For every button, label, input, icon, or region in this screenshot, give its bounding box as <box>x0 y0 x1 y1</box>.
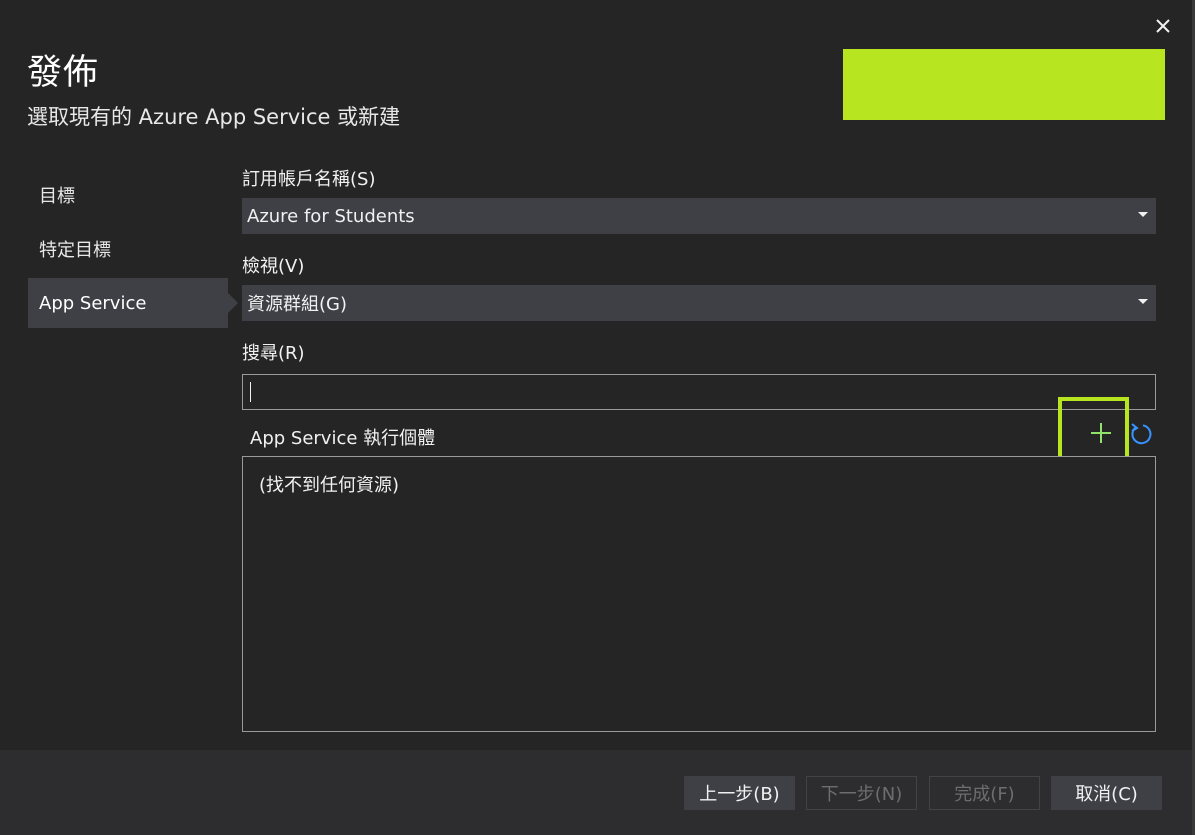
instances-list[interactable]: (找不到任何資源) <box>242 456 1156 732</box>
instances-header: App Service 執行個體 <box>250 428 436 449</box>
view-value: 資源群組(G) <box>247 294 347 315</box>
nav-item-specific-target[interactable]: 特定目標 <box>28 224 228 274</box>
close-button[interactable] <box>1149 12 1177 40</box>
nav-item-label: 目標 <box>39 186 75 207</box>
publish-form: 訂用帳戶名稱(S) Azure for Students 檢視(V) 資源群組(… <box>242 166 1156 410</box>
text-caret <box>250 382 251 402</box>
nav-item-label: App Service <box>39 292 147 314</box>
add-instance-button[interactable] <box>1087 419 1115 447</box>
publish-dialog: 發佈 選取現有的 Azure App Service 或新建 目標 特定目標 A… <box>0 0 1195 835</box>
refresh-icon <box>1131 423 1152 445</box>
wizard-nav: 目標 特定目標 App Service <box>28 170 238 332</box>
chevron-down-icon <box>1138 212 1148 217</box>
next-button[interactable]: 下一步(N) <box>806 776 917 810</box>
plus-icon <box>1091 423 1111 443</box>
search-input[interactable] <box>242 374 1156 410</box>
refresh-button[interactable] <box>1127 420 1155 448</box>
view-dropdown[interactable]: 資源群組(G) <box>242 285 1156 321</box>
dialog-footer: 上一步(B) 下一步(N) 完成(F) 取消(C) <box>0 750 1192 835</box>
finish-button[interactable]: 完成(F) <box>929 776 1040 810</box>
subscription-value: Azure for Students <box>247 205 415 227</box>
chevron-down-icon <box>1138 299 1148 304</box>
empty-message: (找不到任何資源) <box>259 475 400 496</box>
search-label: 搜尋(R) <box>242 343 305 364</box>
highlight-block <box>843 49 1165 120</box>
nav-item-target[interactable]: 目標 <box>28 170 228 220</box>
nav-item-label: 特定目標 <box>39 240 111 261</box>
subscription-dropdown[interactable]: Azure for Students <box>242 198 1156 234</box>
nav-item-app-service[interactable]: App Service <box>28 278 238 328</box>
cancel-button[interactable]: 取消(C) <box>1051 776 1162 810</box>
dialog-title: 發佈 <box>27 53 100 93</box>
view-label: 檢視(V) <box>242 256 305 277</box>
dialog-subtitle: 選取現有的 Azure App Service 或新建 <box>27 105 401 129</box>
subscription-label: 訂用帳戶名稱(S) <box>242 169 376 190</box>
close-icon <box>1156 19 1170 33</box>
back-button[interactable]: 上一步(B) <box>684 776 795 810</box>
